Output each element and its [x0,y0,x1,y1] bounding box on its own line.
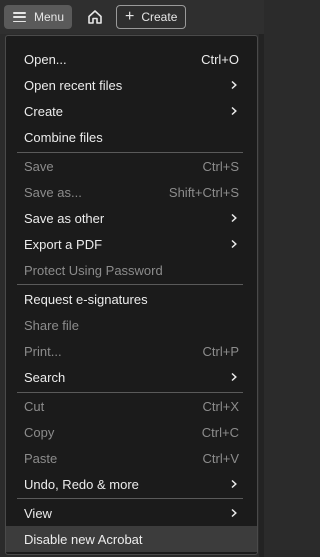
menu-item-label: Create [24,103,64,119]
menu-item-label: Combine files [24,129,103,145]
menu-separator [17,498,243,499]
chevron-right-icon [231,80,237,90]
menu-item-label: Disable new Acrobat [24,531,143,547]
menu-item-disable-new-acrobat[interactable]: Disable new Acrobat [6,526,257,552]
menu-item-print[interactable]: Print... Ctrl+P [6,338,257,364]
menu-item-shortcut: Ctrl+X [202,398,239,414]
menu-item-cut[interactable]: Cut Ctrl+X [6,393,257,419]
home-icon [88,10,102,24]
menu-item-share-file[interactable]: Share file [6,312,257,338]
menu-item-label: Search [24,369,66,385]
menu-item-copy[interactable]: Copy Ctrl+C [6,419,257,445]
menu-item-open[interactable]: Open... Ctrl+O [6,46,257,72]
background-area [259,34,264,557]
menu-item-label: Undo, Redo & more [24,476,139,492]
menu-item-view[interactable]: View [6,500,257,526]
menu-item-protect-using-password[interactable]: Protect Using Password [6,257,257,283]
menu-item-shortcut: Ctrl+C [201,424,239,440]
menu-item-label: Open... [24,51,67,67]
menu-item-label: Request e-signatures [24,291,148,307]
menu-item-label: Copy [24,424,55,440]
menu-item-shortcut: Ctrl+S [202,158,239,174]
chevron-right-icon [231,239,237,249]
chevron-right-icon [231,479,237,489]
main-menu-dropdown: Open... Ctrl+O Open recent files Create … [5,35,258,555]
menu-item-open-recent-files[interactable]: Open recent files [6,72,257,98]
menu-item-search[interactable]: Search [6,364,257,390]
menu-item-label: Paste [24,450,58,466]
chevron-right-icon [231,106,237,116]
menu-item-shortcut: Ctrl+V [202,450,239,466]
menu-item-label: Export a PDF [24,236,103,252]
menu-item-shortcut: Ctrl+P [202,343,239,359]
menu-item-label: Cut [24,398,45,414]
top-toolbar: Menu + Create [0,0,264,34]
menu-item-label: View [24,505,52,521]
create-button[interactable]: + Create [116,5,186,29]
plus-icon: + [125,8,135,25]
chevron-right-icon [231,508,237,518]
menu-button-label: Menu [34,10,65,24]
menu-item-export-pdf[interactable]: Export a PDF [6,231,257,257]
menu-separator [17,284,243,285]
menu-item-label: Save as... [24,184,82,200]
menu-item-save[interactable]: Save Ctrl+S [6,153,257,179]
menu-item-label: Share file [24,317,79,333]
menu-item-paste[interactable]: Paste Ctrl+V [6,445,257,471]
menu-item-label: Open recent files [24,77,123,93]
menu-item-combine-files[interactable]: Combine files [6,124,257,150]
home-button[interactable] [82,4,108,30]
chevron-right-icon [231,372,237,382]
menu-item-shortcut: Ctrl+O [201,51,239,67]
menu-item-label: Protect Using Password [24,262,163,278]
menu-item-request-e-signatures[interactable]: Request e-signatures [6,286,257,312]
menu-item-label: Print... [24,343,62,359]
menu-button[interactable]: Menu [4,5,72,29]
menu-item-undo-redo-more[interactable]: Undo, Redo & more [6,471,257,497]
menu-item-save-as-other[interactable]: Save as other [6,205,257,231]
menu-item-save-as[interactable]: Save as... Shift+Ctrl+S [6,179,257,205]
create-button-label: Create [141,10,178,24]
menu-item-create[interactable]: Create [6,98,257,124]
menu-item-label: Save as other [24,210,105,226]
menu-item-label: Save [24,158,54,174]
chevron-right-icon [231,213,237,223]
hamburger-icon [13,12,26,22]
menu-item-shortcut: Shift+Ctrl+S [168,184,239,200]
